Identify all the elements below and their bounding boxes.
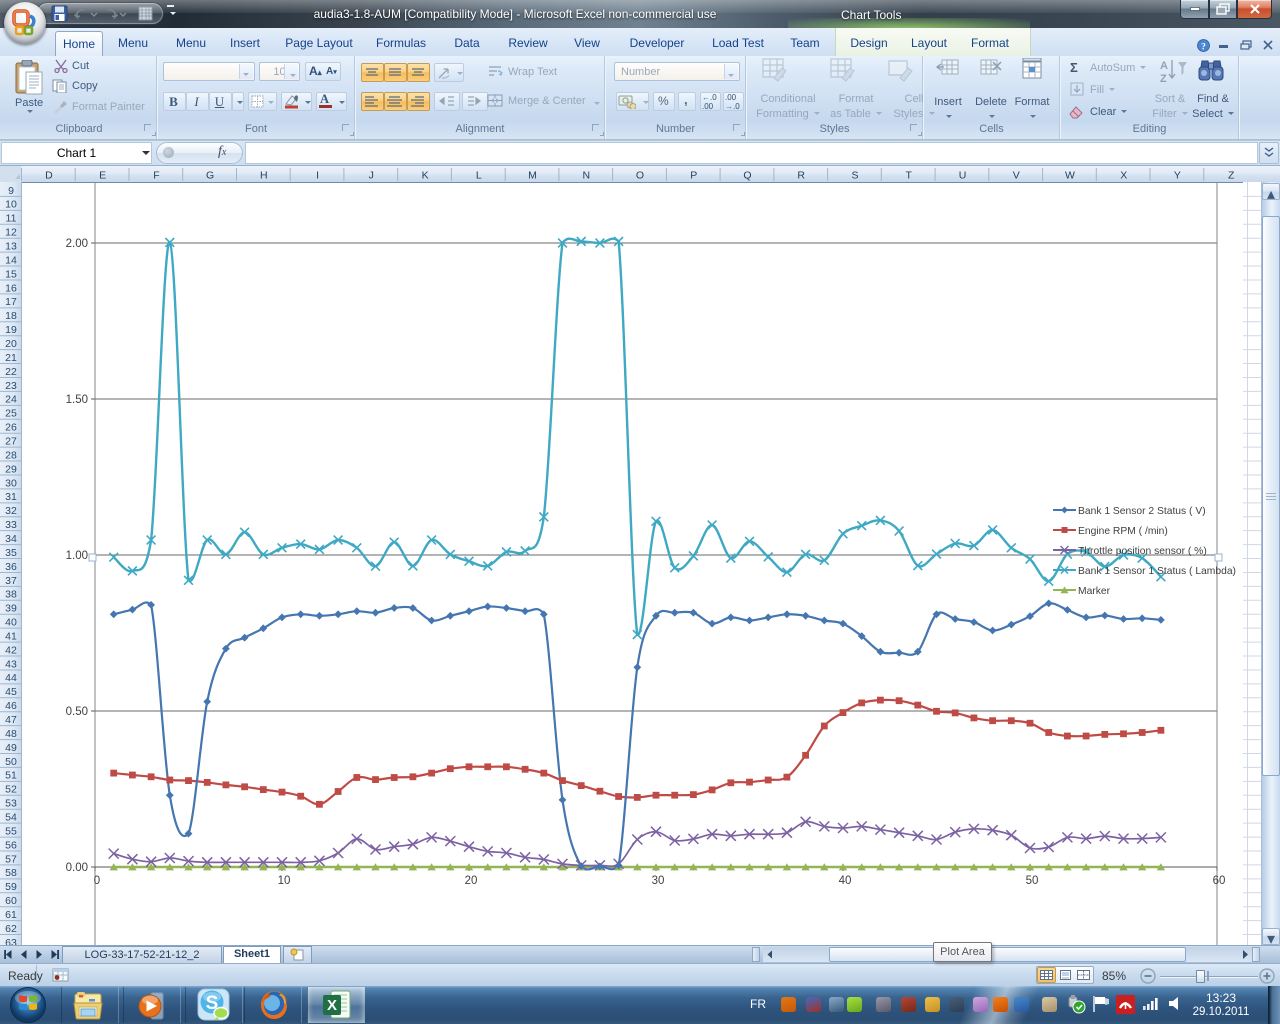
svg-text:Engine RPM ( /min): Engine RPM ( /min) (1078, 526, 1168, 537)
svg-text:1.50: 1.50 (66, 394, 88, 406)
svg-text:A: A (1160, 60, 1168, 72)
svg-text:33: 33 (5, 519, 17, 531)
svg-text:Q: Q (743, 170, 751, 182)
svg-text:25: 25 (5, 408, 17, 420)
svg-text:58: 58 (5, 867, 17, 879)
svg-text:62: 62 (5, 923, 17, 935)
svg-text:41: 41 (5, 631, 17, 643)
svg-text:37: 37 (5, 575, 17, 587)
svg-text:31: 31 (5, 491, 17, 503)
svg-text:Z: Z (1228, 170, 1235, 182)
svg-text:61: 61 (5, 909, 17, 921)
svg-text:32: 32 (5, 505, 17, 517)
svg-text:I: I (316, 170, 319, 182)
svg-text:V: V (1013, 170, 1020, 182)
svg-text:T: T (905, 170, 912, 182)
svg-text:K: K (422, 170, 429, 182)
svg-text:30: 30 (5, 477, 17, 489)
svg-text:15: 15 (5, 268, 17, 280)
svg-text:34: 34 (5, 533, 17, 545)
svg-text:Marker: Marker (1078, 586, 1111, 597)
svg-text:N: N (583, 170, 591, 182)
svg-text:0.00: 0.00 (66, 862, 88, 874)
svg-text:F: F (153, 170, 159, 182)
svg-text:18: 18 (5, 310, 17, 322)
svg-text:22: 22 (5, 366, 17, 378)
svg-text:U: U (959, 170, 967, 182)
svg-text:55: 55 (5, 825, 17, 837)
svg-text:46: 46 (5, 700, 17, 712)
svg-text:54: 54 (5, 812, 17, 824)
svg-text:53: 53 (5, 798, 17, 810)
svg-text:17: 17 (5, 296, 17, 308)
svg-text:43: 43 (5, 658, 17, 670)
svg-text:47: 47 (5, 714, 17, 726)
svg-text:51: 51 (5, 770, 17, 782)
svg-text:49: 49 (5, 742, 17, 754)
svg-text:13: 13 (5, 241, 17, 253)
svg-text:10: 10 (278, 875, 291, 887)
svg-text:60: 60 (5, 895, 17, 907)
svg-text:42: 42 (5, 644, 17, 656)
svg-text:12: 12 (5, 227, 17, 239)
svg-text:Bank 1 Sensor 2 Status ( V): Bank 1 Sensor 2 Status ( V) (1078, 506, 1206, 517)
svg-text:O: O (636, 170, 644, 182)
svg-text:H: H (260, 170, 268, 182)
svg-text:2.00: 2.00 (66, 238, 88, 250)
svg-text:S: S (851, 170, 858, 182)
svg-text:X: X (327, 997, 337, 1014)
svg-text:23: 23 (5, 380, 17, 392)
svg-text:50: 50 (5, 756, 17, 768)
svg-text:50: 50 (1026, 875, 1039, 887)
svg-text:J: J (369, 170, 374, 182)
svg-text:?: ? (1201, 43, 1206, 53)
svg-text:14: 14 (5, 254, 17, 266)
svg-text:21: 21 (5, 352, 17, 364)
svg-text:G: G (206, 170, 214, 182)
svg-text:0: 0 (94, 875, 100, 887)
svg-text:E: E (99, 170, 106, 182)
svg-text:40: 40 (839, 875, 852, 887)
svg-text:19: 19 (5, 324, 17, 336)
svg-text:45: 45 (5, 686, 17, 698)
svg-text:30: 30 (652, 875, 665, 887)
svg-text:27: 27 (5, 436, 17, 448)
svg-text:57: 57 (5, 853, 17, 865)
svg-text:11: 11 (6, 213, 17, 225)
svg-text:38: 38 (5, 589, 17, 601)
svg-text:L: L (476, 170, 482, 182)
svg-text:29: 29 (5, 463, 17, 475)
svg-text:R: R (797, 170, 805, 182)
svg-text:56: 56 (5, 839, 17, 851)
svg-text:20: 20 (5, 338, 17, 350)
svg-text:0.50: 0.50 (66, 706, 88, 718)
svg-text:28: 28 (5, 449, 17, 461)
svg-text:W: W (1065, 170, 1075, 182)
svg-text:52: 52 (5, 784, 17, 796)
svg-text:44: 44 (5, 672, 17, 684)
svg-text:48: 48 (5, 728, 17, 740)
svg-text:40: 40 (5, 617, 17, 629)
svg-text:1.00: 1.00 (66, 550, 88, 562)
svg-text:P: P (690, 170, 697, 182)
svg-text:35: 35 (5, 547, 17, 559)
svg-text:24: 24 (5, 394, 17, 406)
svg-text:X: X (1120, 170, 1127, 182)
svg-text:Z: Z (1160, 73, 1167, 85)
svg-text:26: 26 (5, 422, 17, 434)
svg-text:16: 16 (5, 282, 17, 294)
svg-text:Y: Y (1174, 170, 1181, 182)
svg-text:M: M (528, 170, 537, 182)
svg-text:D: D (45, 170, 53, 182)
svg-text:63: 63 (5, 937, 17, 945)
svg-text:20: 20 (465, 875, 478, 887)
svg-text:Bank 1 Sensor 1 Status ( Lambd: Bank 1 Sensor 1 Status ( Lambda) (1078, 566, 1236, 577)
svg-text:60: 60 (1213, 875, 1226, 887)
svg-text:9: 9 (8, 185, 14, 197)
svg-text:Throttle position sensor ( %): Throttle position sensor ( %) (1078, 546, 1207, 557)
svg-text:10: 10 (5, 199, 17, 211)
svg-text:39: 39 (5, 603, 17, 615)
svg-text:36: 36 (5, 561, 17, 573)
svg-text:59: 59 (5, 881, 17, 893)
